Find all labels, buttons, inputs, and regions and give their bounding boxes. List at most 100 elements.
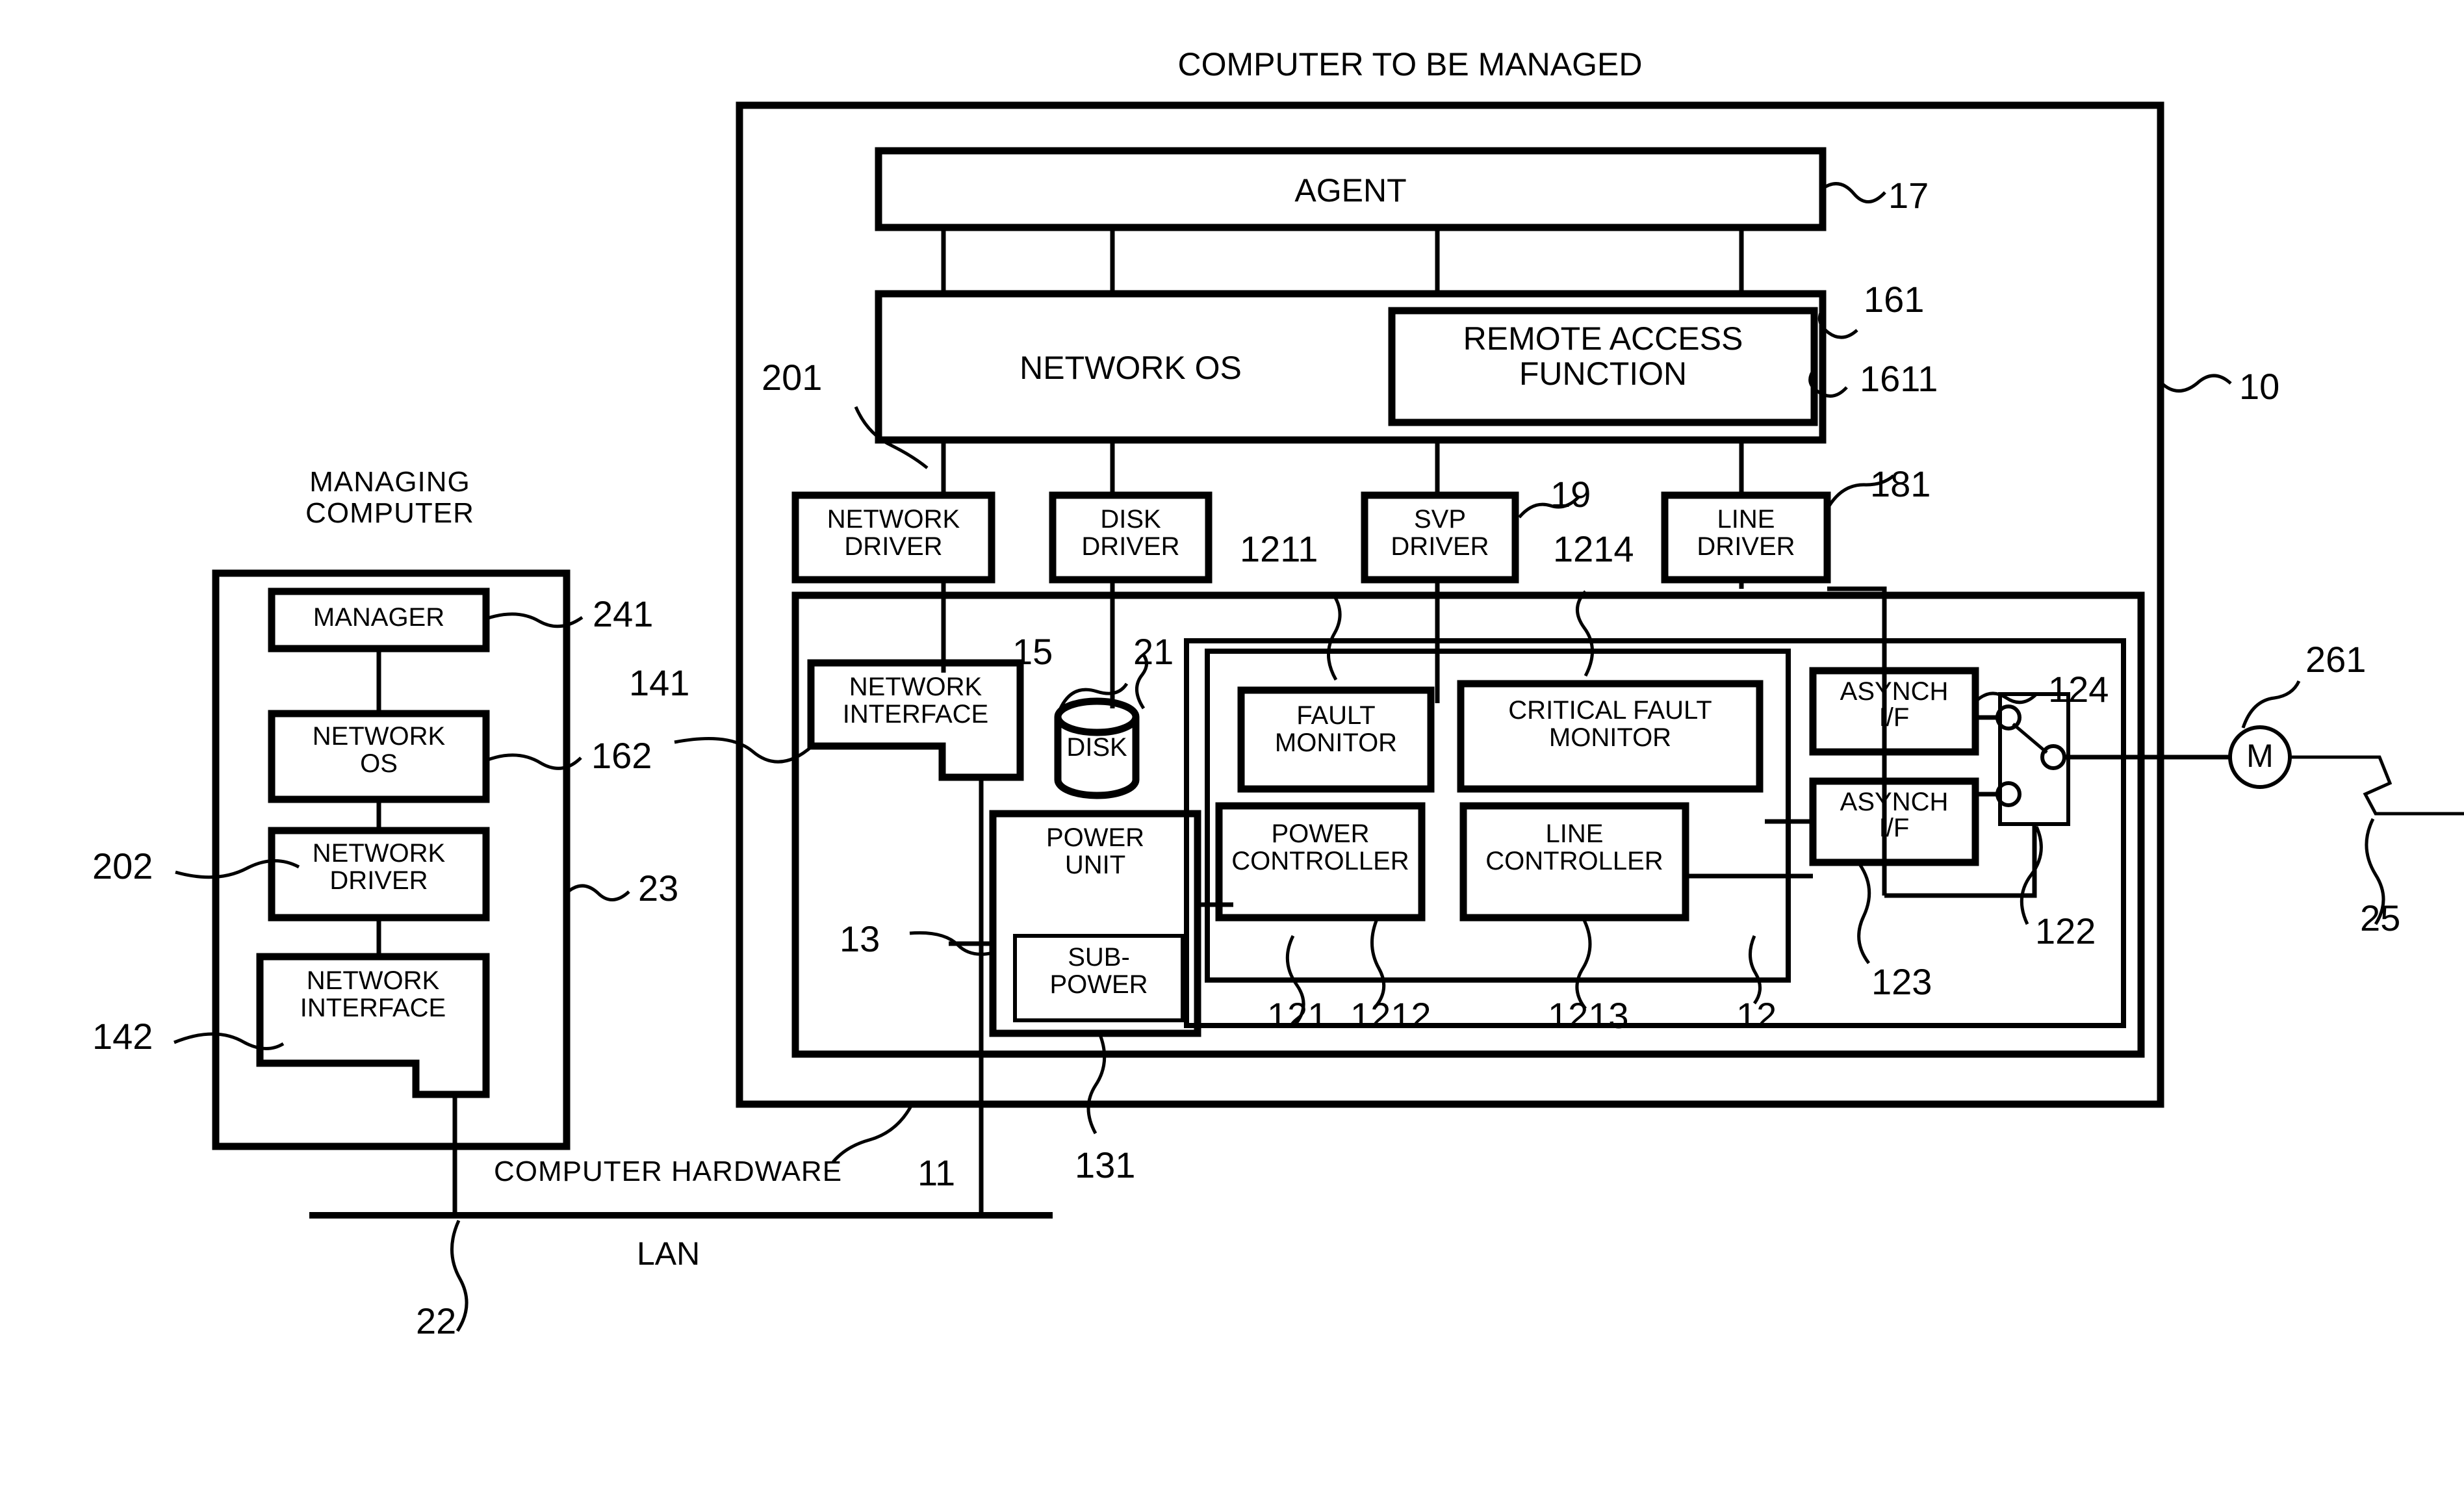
managed-computer-title: COMPUTER TO BE MANAGED [1177, 46, 1643, 83]
managed-network-interface-line2: INTERFACE [842, 700, 989, 729]
managing-computer-title-line1: MANAGING [309, 466, 470, 498]
ref-15: 15 [1012, 631, 1053, 672]
asynch-if-top-line1: ASYNCH [1840, 677, 1949, 706]
computer-hardware-caption-number: 11 [918, 1152, 956, 1193]
leader-261 [2241, 680, 2301, 729]
fault-monitor-line2: MONITOR [1274, 729, 1398, 757]
ref-161: 161 [1864, 279, 1925, 320]
ref-1213: 1213 [1548, 995, 1629, 1036]
leader-11-bracket [832, 1105, 913, 1163]
ref-261: 261 [2305, 639, 2367, 680]
line-controller-label: LINE CONTROLLER [1459, 820, 1689, 875]
ref-241: 241 [593, 593, 654, 634]
ref-17: 17 [1888, 175, 1929, 216]
leader-1214 [1576, 590, 1594, 677]
leader-1211 [1327, 591, 1342, 681]
managing-network-interface-label: NETWORK INTERFACE [260, 967, 486, 1022]
leader-10 [2159, 374, 2232, 393]
critical-fault-line1: CRITICAL FAULT [1508, 696, 1712, 725]
power-controller-line2: CONTROLLER [1231, 847, 1409, 875]
network-os-label: NETWORK OS [1020, 350, 1242, 386]
ref-201: 201 [762, 357, 823, 398]
lan-label: LAN [637, 1235, 700, 1272]
ref-162: 162 [591, 735, 652, 776]
sub-power-line1: SUB- [1068, 943, 1130, 972]
computer-hardware-caption: COMPUTER HARDWARE [494, 1156, 843, 1187]
manager-label: MANAGER [313, 603, 445, 632]
managing-computer-title: MANAGING COMPUTER [188, 467, 591, 528]
asynch-if-bottom-label: ASYNCH I/F [1813, 789, 1975, 841]
remote-access-line2: FUNCTION [1519, 355, 1688, 392]
line-driver-right-path [1827, 586, 1887, 896]
ref-123: 123 [1871, 961, 1932, 1002]
managed-computer-boundary [736, 101, 2164, 1108]
disk-driver-label: DISK DRIVER [1053, 506, 1209, 560]
remote-access-function-label: REMOTE ACCESS FUNCTION [1392, 321, 1814, 391]
modem-symbol-label: M [2246, 738, 2274, 774]
external-line-25 [2290, 755, 2464, 816]
switch-contact-common [2040, 744, 2066, 770]
power-controller-line1: POWER [1271, 820, 1370, 848]
ref-141: 141 [629, 662, 690, 703]
managing-network-os-line1: NETWORK [312, 722, 446, 751]
power-unit-line1: POWER [1046, 823, 1145, 852]
line-controller-line2: CONTROLLER [1485, 847, 1663, 875]
ref-22: 22 [416, 1300, 457, 1341]
patent-figure: COMPUTER TO BE MANAGED MANAGING COMPUTER… [0, 0, 2464, 1485]
managing-network-interface-line1: NETWORK [306, 966, 440, 995]
ref-13: 13 [840, 918, 880, 959]
critical-fault-line2: MONITOR [1548, 723, 1672, 752]
network-driver-line2: DRIVER [844, 532, 943, 561]
sub-power-line2: POWER [1049, 970, 1148, 999]
remote-access-line1: REMOTE ACCESS [1463, 320, 1743, 357]
ref-19: 19 [1550, 474, 1591, 515]
ref-1214: 1214 [1553, 528, 1634, 569]
line-controller-line1: LINE [1545, 820, 1604, 848]
switch-blade [2012, 723, 2048, 754]
ref-202: 202 [92, 846, 153, 886]
managing-network-interface-line2: INTERFACE [300, 994, 446, 1022]
asynch-if-top-label: ASYNCH I/F [1813, 678, 1975, 730]
ref-181: 181 [1870, 463, 1931, 504]
ref-10: 10 [2239, 366, 2280, 407]
line-driver-line2: DRIVER [1697, 532, 1795, 561]
leader-142 [173, 1032, 285, 1051]
leader-23 [565, 884, 630, 901]
critical-fault-monitor-label: CRITICAL FAULT MONITOR [1461, 697, 1760, 751]
leader-131 [1086, 1033, 1107, 1135]
ref-12: 12 [1736, 995, 1777, 1036]
line-driver-label: LINE DRIVER [1665, 506, 1827, 560]
managing-network-os-label: NETWORK OS [272, 723, 486, 777]
ref-21: 21 [1133, 631, 1174, 672]
ref-25: 25 [2360, 897, 2401, 938]
leader-17 [1821, 182, 1886, 203]
asynch-if-bottom-line2: I/F [1879, 814, 1910, 842]
network-driver-line1: NETWORK [827, 505, 960, 534]
managing-network-os-line2: OS [360, 749, 398, 778]
managing-computer-title-line2: COMPUTER [305, 497, 474, 529]
managed-network-interface-line1: NETWORK [849, 673, 982, 701]
ref-142: 142 [92, 1016, 153, 1057]
asynch-if-bottom-line1: ASYNCH [1840, 788, 1949, 816]
ref-131: 131 [1075, 1144, 1136, 1185]
managing-network-driver-label: NETWORK DRIVER [272, 840, 486, 894]
fault-monitor-label: FAULT MONITOR [1241, 702, 1431, 756]
network-driver-label: NETWORK DRIVER [795, 506, 992, 560]
disk-label: DISK [1066, 733, 1127, 762]
leader-123 [1857, 863, 1871, 964]
ref-1611: 1611 [1860, 358, 1938, 399]
power-unit-line2: UNIT [1064, 851, 1126, 879]
managing-network-driver-line1: NETWORK [312, 839, 446, 868]
disk-driver-line2: DRIVER [1081, 532, 1180, 561]
managing-network-driver-line2: DRIVER [329, 866, 428, 895]
power-unit-label: POWER UNIT [993, 824, 1198, 879]
leader-12 [1749, 935, 1762, 1005]
sub-power-label: SUB- POWER [1015, 944, 1183, 998]
ref-23: 23 [638, 868, 679, 909]
ref-124: 124 [2048, 669, 2109, 710]
svp-driver-line1: SVP [1413, 505, 1467, 534]
disk-driver-line1: DISK [1100, 505, 1161, 534]
svp-driver-label: SVP DRIVER [1365, 506, 1515, 560]
ref-121: 121 [1267, 995, 1328, 1036]
svp-driver-line2: DRIVER [1391, 532, 1489, 561]
